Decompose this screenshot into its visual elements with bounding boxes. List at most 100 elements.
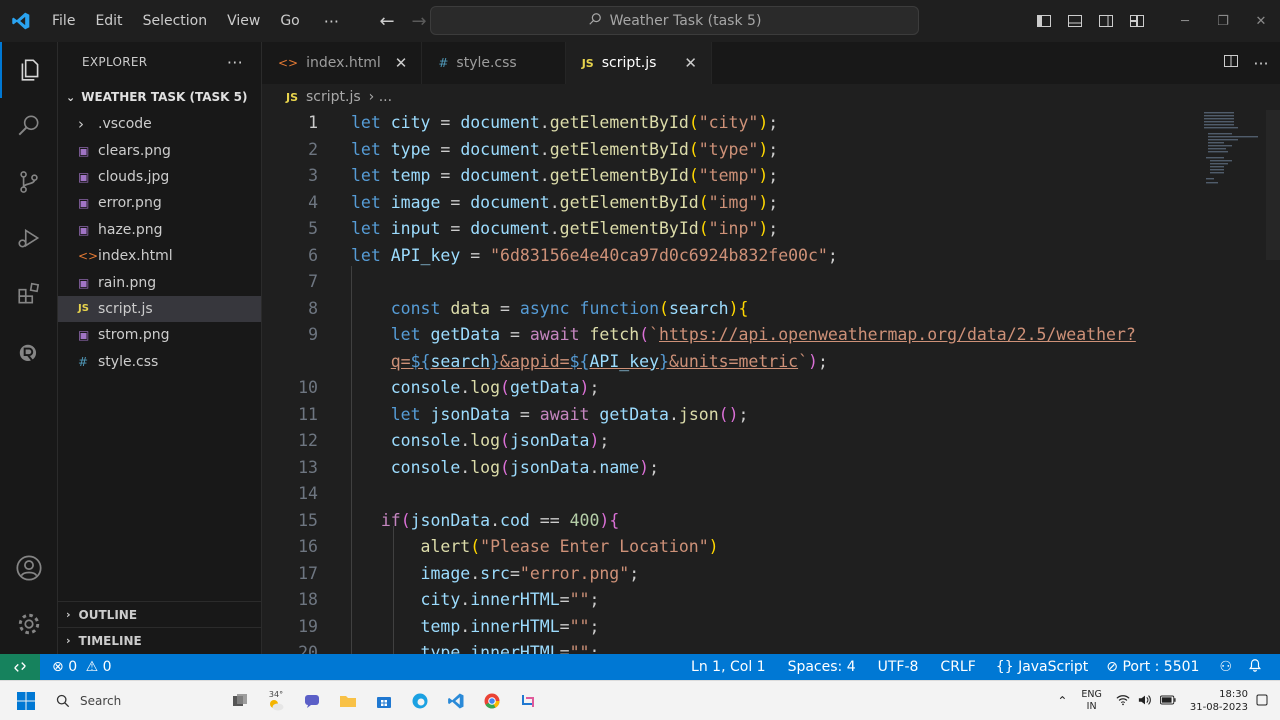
- line-number: [262, 349, 318, 375]
- battery-icon[interactable]: [1159, 694, 1176, 708]
- breadcrumb-file[interactable]: script.js: [306, 89, 361, 105]
- customize-layout-icon[interactable]: [1121, 0, 1152, 42]
- account-icon[interactable]: [0, 540, 58, 596]
- feedback-icon[interactable]: ⚇: [1211, 659, 1240, 675]
- chat-icon[interactable]: [294, 681, 330, 720]
- code-editor[interactable]: 1 2 3 4 5 6 7 8 9 10 11 12 13 14 15 16 17 18 19 20 let city…: [262, 110, 1280, 654]
- volume-icon[interactable]: [1138, 694, 1152, 709]
- chevron-right-icon: ›: [78, 115, 84, 134]
- more-menu-icon[interactable]: ···: [310, 12, 353, 31]
- problems-indicator[interactable]: ⊗ 0 ⚠ 0: [44, 659, 120, 675]
- menu-file[interactable]: File: [42, 0, 85, 42]
- close-icon[interactable]: ✕: [684, 54, 697, 72]
- warnings-count: 0: [102, 659, 112, 675]
- menu-view[interactable]: View: [217, 0, 270, 42]
- live-server-port[interactable]: ⊘ Port : 5501: [1098, 659, 1207, 675]
- explorer-more-icon[interactable]: ···: [227, 53, 243, 72]
- minimap[interactable]: [1202, 110, 1262, 190]
- status-bar: ⊗ 0 ⚠ 0 Ln 1, Col 1 Spaces: 4 UTF-8 CRLF…: [0, 654, 1280, 680]
- code-line: let jsonData = await getData.json();: [390, 404, 749, 424]
- file-explorer-icon[interactable]: [330, 681, 366, 720]
- tree-item[interactable]: ▣ error.png: [58, 190, 261, 216]
- tree-item[interactable]: JS script.js: [58, 295, 261, 323]
- menu-selection[interactable]: Selection: [133, 0, 218, 42]
- more-actions-icon[interactable]: ···: [1246, 54, 1276, 73]
- end-of-line[interactable]: CRLF: [932, 659, 983, 675]
- chrome-icon[interactable]: [474, 681, 510, 720]
- tab-style-css[interactable]: # style.css: [422, 42, 566, 84]
- snipping-tool-icon[interactable]: [510, 681, 546, 720]
- remote-explorer-icon[interactable]: [0, 326, 58, 382]
- vscode-logo-icon[interactable]: [0, 0, 42, 42]
- task-view-icon[interactable]: [222, 681, 258, 720]
- indentation[interactable]: Spaces: 4: [780, 659, 864, 675]
- notifications-bell-icon[interactable]: [1240, 658, 1270, 676]
- tree-item[interactable]: <> index.html: [58, 243, 261, 269]
- back-arrow-icon[interactable]: ←: [371, 11, 403, 32]
- tree-item[interactable]: › .vscode: [58, 111, 261, 137]
- source-control-icon[interactable]: [0, 154, 58, 210]
- close-window-icon[interactable]: ✕: [1242, 0, 1280, 42]
- timeline-section[interactable]: › TIMELINE: [58, 627, 262, 653]
- menu-edit[interactable]: Edit: [85, 0, 132, 42]
- toggle-panel-icon[interactable]: [1059, 0, 1090, 42]
- command-center-search[interactable]: Weather Task (task 5): [430, 6, 919, 35]
- breadcrumb-rest[interactable]: › ...: [369, 89, 392, 105]
- windows-start-icon[interactable]: [0, 681, 52, 720]
- cursor-position[interactable]: Ln 1, Col 1: [683, 659, 774, 675]
- edge-browser-icon[interactable]: [402, 681, 438, 720]
- run-debug-icon[interactable]: [0, 210, 58, 266]
- store-icon[interactable]: [366, 681, 402, 720]
- settings-gear-icon[interactable]: [0, 596, 58, 652]
- tree-item[interactable]: ▣ rain.png: [58, 269, 261, 295]
- code-line: const data = async function(search){: [390, 298, 749, 318]
- minimize-icon[interactable]: ─: [1166, 0, 1204, 42]
- split-editor-icon[interactable]: [1216, 53, 1246, 73]
- weather-widget[interactable]: 34°: [258, 681, 294, 720]
- language-indicator[interactable]: ENG IN: [1081, 689, 1101, 713]
- outline-section[interactable]: › OUTLINE: [58, 601, 262, 627]
- menu-go[interactable]: Go: [270, 0, 309, 42]
- tree-item[interactable]: ▣ strom.png: [58, 322, 261, 348]
- weather-temp: 34°: [268, 690, 284, 699]
- code-line: console.log(jsonData.name);: [390, 457, 660, 477]
- tree-item[interactable]: ▣ haze.png: [58, 217, 261, 243]
- tree-item[interactable]: ▣ clouds.jpg: [58, 164, 261, 190]
- tree-item[interactable]: ▣ clears.png: [58, 137, 261, 163]
- explorer-icon[interactable]: [0, 42, 58, 98]
- code-line: let city = document.getElementById("city…: [351, 113, 779, 132]
- close-icon[interactable]: ✕: [395, 54, 408, 72]
- vscode-taskbar-icon[interactable]: [438, 681, 474, 720]
- system-tray: ⌃ ENG IN 18:30 31-08-2023: [1053, 681, 1272, 720]
- code-line: temp.innerHTML="";: [420, 616, 600, 636]
- editor-scrollbar[interactable]: [1266, 110, 1280, 260]
- clock[interactable]: 18:30 31-08-2023: [1190, 688, 1248, 714]
- code-line: let getData = await fetch(`https://api.o…: [390, 325, 1136, 344]
- restore-icon[interactable]: ❐: [1204, 0, 1242, 42]
- taskbar-search[interactable]: Search: [52, 694, 222, 708]
- encoding[interactable]: UTF-8: [870, 659, 927, 675]
- tree-item[interactable]: # style.css: [58, 349, 261, 375]
- line-number: 9: [308, 325, 318, 344]
- wifi-icon[interactable]: [1116, 694, 1130, 709]
- toggle-primary-sidebar-icon[interactable]: [1028, 0, 1059, 42]
- image-file-icon: ▣: [78, 275, 90, 290]
- chevron-right-icon: ›: [66, 608, 71, 621]
- remote-indicator-icon[interactable]: [0, 654, 40, 680]
- language-mode[interactable]: {} JavaScript: [988, 659, 1096, 675]
- workspace-folder-label: WEATHER TASK (TASK 5): [81, 90, 248, 104]
- tab-label: script.js: [601, 55, 657, 71]
- line-number: 15: [298, 510, 318, 530]
- file-tree: › .vscode ▣ clears.png ▣ clouds.jpg ▣ error.png…: [58, 111, 261, 375]
- notification-center-icon[interactable]: [1256, 694, 1268, 709]
- line-number: 11: [298, 404, 318, 424]
- toggle-secondary-sidebar-icon[interactable]: [1090, 0, 1121, 42]
- clock-date: 31-08-2023: [1189, 702, 1248, 713]
- tab-index-html[interactable]: <> index.html ✕: [262, 42, 423, 84]
- search-view-icon[interactable]: [0, 98, 58, 154]
- workspace-folder[interactable]: ⌄ WEATHER TASK (TASK 5): [58, 83, 261, 111]
- line-number: 18: [298, 590, 318, 609]
- tab-script-js[interactable]: JS script.js ✕: [565, 42, 712, 84]
- extensions-icon[interactable]: [0, 266, 58, 322]
- chevron-up-icon[interactable]: ⌃: [1057, 694, 1067, 708]
